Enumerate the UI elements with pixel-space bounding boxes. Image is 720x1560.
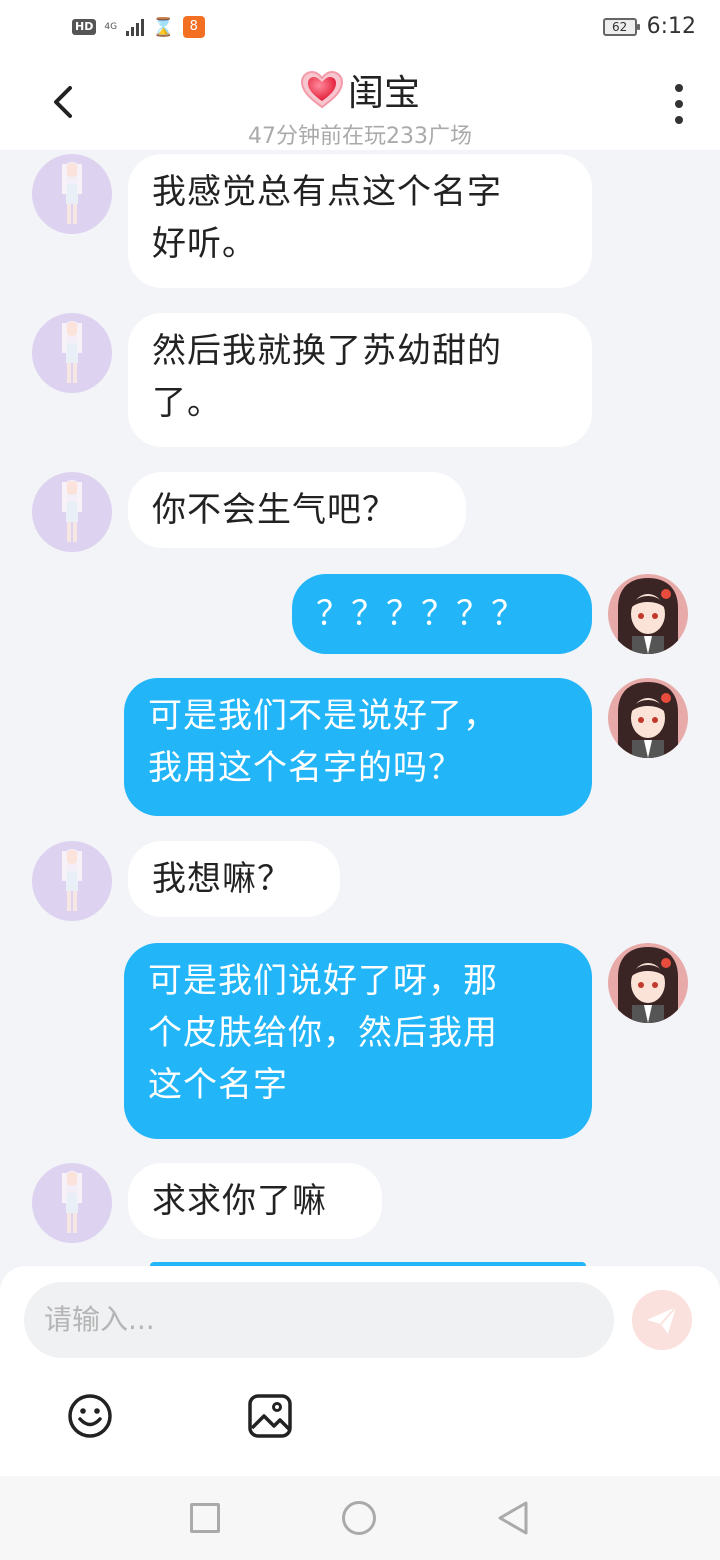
send-icon[interactable] bbox=[632, 1290, 692, 1350]
incoming-message[interactable]: 然后我就换了苏幼甜的 了。 bbox=[128, 313, 592, 447]
outgoing-message[interactable]: ？？？？？？ bbox=[292, 574, 592, 654]
hourglass-icon: ⌛ bbox=[152, 16, 175, 38]
avatar[interactable] bbox=[608, 943, 688, 1023]
clock: 6:12 bbox=[646, 14, 696, 39]
avatar[interactable] bbox=[32, 154, 112, 234]
incoming-message[interactable]: 我感觉总有点这个名字 好听。 bbox=[128, 154, 592, 288]
outgoing-message[interactable]: 可是我们不是说好了， 我用这个名字的吗？ bbox=[124, 678, 592, 816]
message-list[interactable]: 我感觉总有点这个名字 好听。 然后我就换了苏幼甜的 了。 你不会生气吧？ ？？？？？… bbox=[0, 150, 720, 1266]
avatar[interactable] bbox=[608, 678, 688, 758]
app-notification-icon: 8 bbox=[182, 16, 205, 38]
system-nav-bar bbox=[0, 1476, 720, 1560]
incoming-message[interactable]: 我想嘛？ bbox=[128, 841, 340, 917]
online-status: 47分钟前在玩233广场 bbox=[248, 124, 472, 149]
incoming-message[interactable]: 你不会生气吧？ bbox=[128, 472, 466, 548]
home-icon[interactable] bbox=[342, 1501, 376, 1535]
page-title: 闺宝 bbox=[347, 73, 420, 114]
more-vertical-icon[interactable] bbox=[674, 84, 684, 124]
avatar[interactable] bbox=[32, 1163, 112, 1243]
heart-icon bbox=[300, 70, 343, 109]
avatar[interactable] bbox=[32, 841, 112, 921]
hd-indicator: HD bbox=[72, 19, 97, 35]
image-icon[interactable] bbox=[246, 1392, 294, 1440]
chat-header: 闺宝 47分钟前在玩233广场 bbox=[0, 56, 720, 150]
avatar[interactable] bbox=[32, 472, 112, 552]
battery-icon: 62 bbox=[602, 17, 640, 36]
smile-icon[interactable] bbox=[66, 1392, 114, 1440]
outgoing-message[interactable]: 可是我们说好了呀，那 个皮肤给你，然后我用 这个名字 bbox=[124, 943, 592, 1139]
avatar[interactable] bbox=[608, 574, 688, 654]
status-bar: HD 4G ⌛ 8 62 6:12 bbox=[0, 0, 720, 56]
network-type: 4G bbox=[104, 21, 118, 32]
avatar[interactable] bbox=[32, 313, 112, 393]
recent-apps-icon[interactable] bbox=[190, 1503, 220, 1533]
composer-panel: 请输入... bbox=[0, 1266, 720, 1476]
back-triangle-icon[interactable] bbox=[496, 1500, 530, 1536]
message-input[interactable]: 请输入... bbox=[24, 1282, 614, 1358]
incoming-message[interactable]: 求求你了嘛 bbox=[128, 1163, 382, 1239]
signal-icon bbox=[126, 18, 145, 36]
